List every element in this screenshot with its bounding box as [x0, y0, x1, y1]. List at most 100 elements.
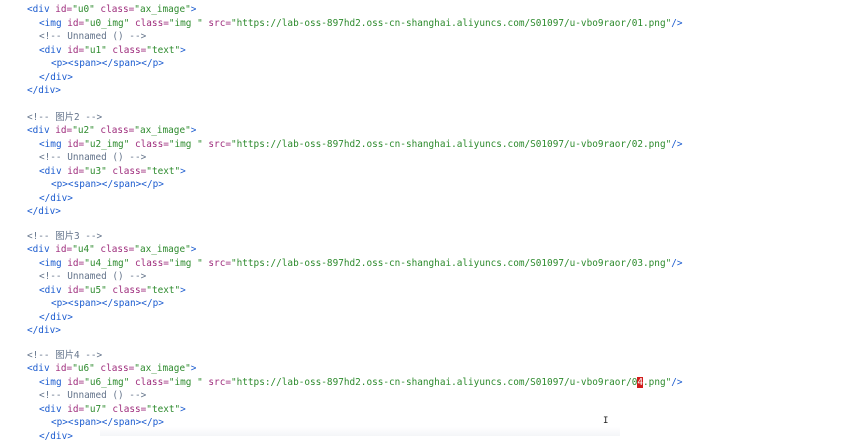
text-cursor-icon: I [603, 416, 609, 426]
div-open-line[interactable]: <div id="u4" class="ax_image"> [27, 243, 196, 256]
unnamed-comment-line[interactable]: <!-- Unnamed () --> [27, 270, 146, 283]
attr-value: "img " [168, 139, 203, 150]
tag-bracket: > [180, 285, 186, 296]
tag-bracket: > [190, 363, 197, 374]
div-close-line[interactable]: </div> [27, 205, 61, 218]
comment-line[interactable]: <!-- 图片4 --> [27, 349, 102, 362]
div-open-line[interactable]: <div id="u2" class="ax_image"> [27, 124, 196, 137]
attr-name: id= [55, 4, 73, 15]
attr-name: id= [67, 377, 85, 388]
img-line[interactable]: <img id="u2_img" class="img " src="https… [27, 138, 683, 151]
code-editor[interactable]: <div id="u0" class="ax_image"> <img id="u… [0, 0, 865, 442]
unnamed-comment-line[interactable]: <!-- Unnamed () --> [27, 30, 146, 43]
div-close-line[interactable]: </div> [27, 84, 61, 97]
attr-name: src= [208, 18, 231, 29]
comment-text: <!-- Unnamed () --> [39, 152, 147, 163]
tag-bracket: > [190, 244, 197, 255]
attr-name: src= [208, 377, 231, 388]
tag-name: div [32, 4, 50, 15]
src-url-end: .png" [643, 258, 672, 269]
attr-name: class= [135, 377, 169, 388]
attr-name: id= [67, 285, 85, 296]
src-url: "https://lab-oss-897hd2.oss-cn-shanghai.… [230, 258, 644, 269]
attr-value: "img " [168, 18, 203, 29]
comment-text: <!-- Unnamed () --> [39, 271, 147, 282]
attr-value: "u3" [84, 166, 107, 177]
src-url-end: .png" [643, 18, 672, 29]
unnamed-comment-line[interactable]: <!-- Unnamed () --> [27, 389, 146, 402]
img-line[interactable]: <img id="u6_img" class="img " src="https… [27, 376, 683, 389]
tag-name: div [32, 244, 50, 255]
comment-text: <!-- 图片3 --> [27, 231, 103, 242]
tag-text: </div> [39, 72, 73, 83]
attr-name: class= [135, 139, 169, 150]
tag-name: div [32, 363, 50, 374]
attr-value: "img " [168, 258, 203, 269]
unnamed-comment-line[interactable]: <!-- Unnamed () --> [27, 151, 146, 164]
tag-bracket: > [190, 125, 197, 136]
div-close-line[interactable]: </div> [27, 430, 73, 443]
tag-bracket: > [180, 45, 186, 56]
attr-name: class= [135, 18, 169, 29]
tag-text: <p><span></span></p> [51, 298, 164, 309]
attr-name: class= [112, 404, 147, 415]
attr-value: "u6" [72, 363, 95, 374]
tag-name: div [44, 45, 62, 56]
div-open-line[interactable]: <div id="u6" class="ax_image"> [27, 362, 196, 375]
div-text-open-line[interactable]: <div id="u5" class="text"> [27, 284, 186, 297]
attr-name: class= [135, 258, 169, 269]
attr-value: "ax_image" [134, 125, 191, 136]
img-line[interactable]: <img id="u0_img" class="img " src="https… [27, 17, 683, 30]
attr-value: "u2_img" [84, 139, 130, 150]
tag-bracket: /> [671, 18, 683, 29]
tag-text: <p><span></span></p> [51, 58, 164, 69]
div-text-open-line[interactable]: <div id="u7" class="text"> [27, 403, 186, 416]
attr-value: "text" [146, 45, 181, 56]
tag-bracket: > [180, 404, 186, 415]
comment-line[interactable]: <!-- 图片2 --> [27, 111, 102, 124]
tag-bracket: /> [671, 258, 683, 269]
div-text-open-line[interactable]: <div id="u1" class="text"> [27, 44, 186, 57]
p-span-line[interactable]: <p><span></span></p> [27, 297, 164, 310]
attr-value: "text" [146, 285, 181, 296]
comment-line[interactable]: <!-- 图片3 --> [27, 230, 102, 243]
attr-value: "ax_image" [134, 363, 191, 374]
attr-value: "u1" [84, 45, 107, 56]
p-span-line[interactable]: <p><span></span></p> [27, 178, 164, 191]
div-close-line[interactable]: </div> [27, 324, 61, 337]
attr-name: class= [100, 363, 135, 374]
div-close-line[interactable]: </div> [27, 311, 73, 324]
comment-text: <!-- 图片4 --> [27, 350, 103, 361]
comment-text: <!-- Unnamed () --> [39, 31, 147, 42]
div-close-line[interactable]: </div> [27, 192, 73, 205]
tag-text: </div> [27, 85, 61, 96]
attr-name: class= [100, 244, 135, 255]
div-text-open-line[interactable]: <div id="u3" class="text"> [27, 165, 186, 178]
attr-value: "u0_img" [84, 18, 130, 29]
attr-name: class= [112, 166, 147, 177]
img-line[interactable]: <img id="u4_img" class="img " src="https… [27, 257, 683, 270]
attr-name: class= [112, 285, 147, 296]
tag-text: <p><span></span></p> [51, 179, 164, 190]
attr-value: "u7" [84, 404, 107, 415]
attr-name: id= [67, 166, 85, 177]
tag-name: img [44, 139, 62, 150]
tag-text: </div> [39, 431, 73, 442]
attr-name: id= [67, 404, 85, 415]
div-open-line[interactable]: <div id="u0" class="ax_image"> [27, 3, 196, 16]
tag-name: div [32, 125, 50, 136]
p-span-line[interactable]: <p><span></span></p> [27, 57, 164, 70]
attr-name: class= [100, 125, 135, 136]
tag-bracket: /> [671, 139, 683, 150]
tag-bracket: > [190, 4, 197, 15]
attr-name: id= [67, 139, 85, 150]
div-close-line[interactable]: </div> [27, 71, 73, 84]
attr-name: id= [55, 244, 73, 255]
attr-value: "text" [146, 404, 181, 415]
attr-name: id= [67, 258, 85, 269]
comment-text: <!-- 图片2 --> [27, 112, 103, 123]
attr-name: id= [55, 125, 73, 136]
attr-name: src= [208, 139, 231, 150]
attr-value: "ax_image" [134, 4, 191, 15]
attr-value: "u2" [72, 125, 95, 136]
